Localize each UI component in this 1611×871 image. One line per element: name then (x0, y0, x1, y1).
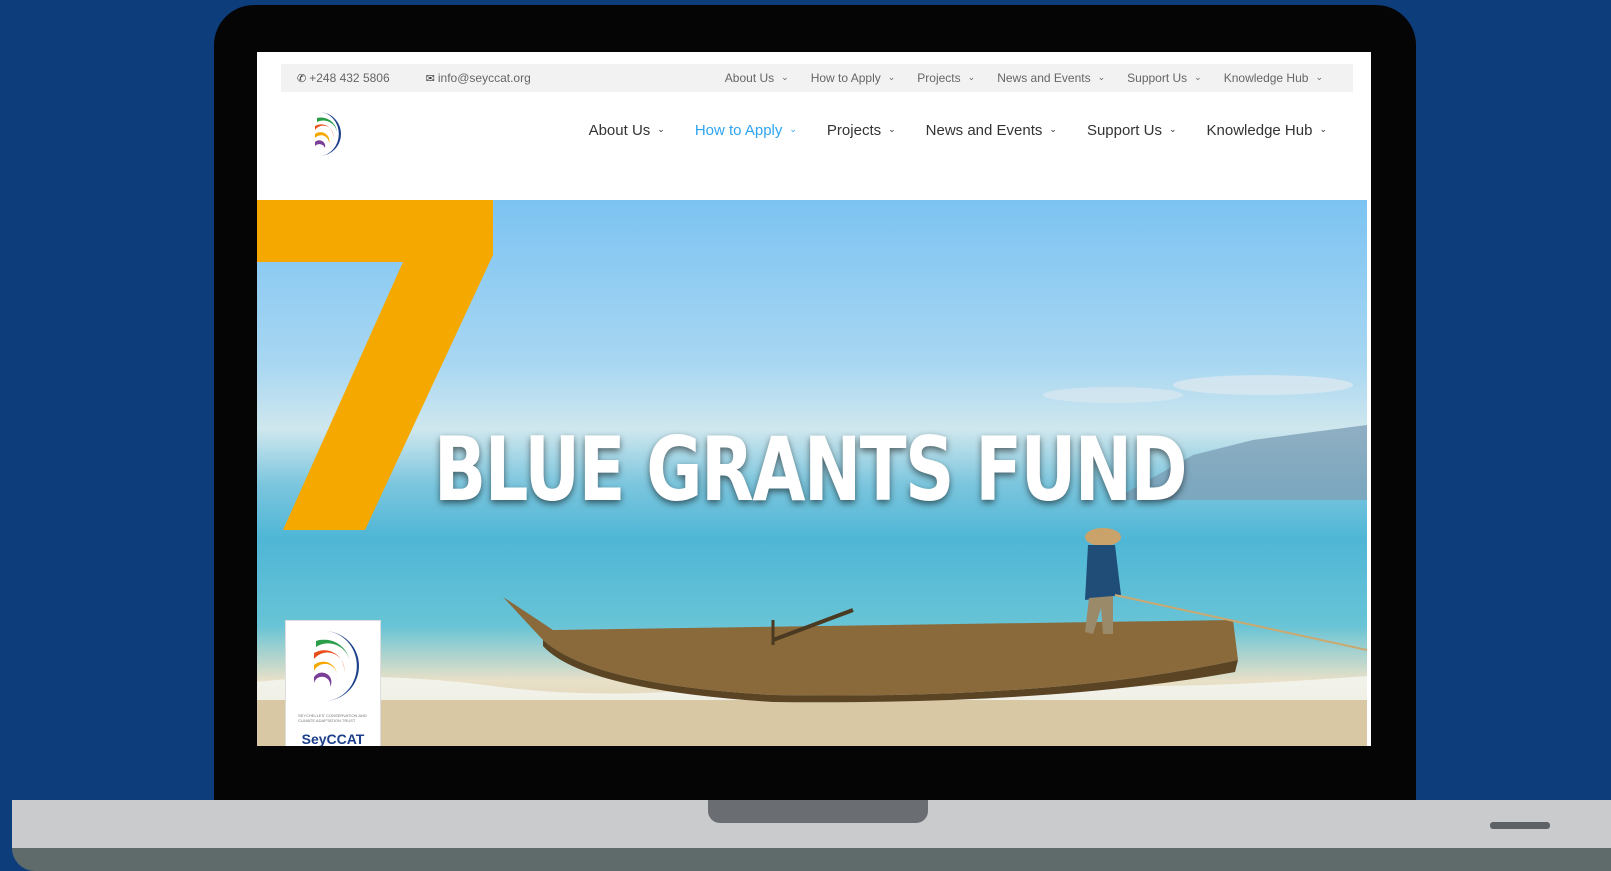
nav-support-us[interactable]: Support Us ⌄ (1087, 122, 1177, 139)
main-nav: About Us ⌄ How to Apply ⌄ Projects ⌄ News a… (559, 116, 1327, 144)
phone-icon: ✆ (297, 72, 307, 85)
utility-nav-label: News and Events (997, 71, 1091, 85)
utility-bar: ✆ +248 432 5806 ✉ info@seyccat.org About… (281, 64, 1353, 92)
utility-nav-label: Support Us (1127, 71, 1188, 85)
badge-name: SeyCCAT (301, 731, 365, 746)
utility-nav-about-us[interactable]: About Us ⌄ (725, 71, 789, 85)
utility-nav-news-and-events[interactable]: News and Events ⌄ (997, 71, 1105, 85)
chevron-down-icon: ⌄ (1168, 123, 1177, 134)
badge-caption: SEYCHELLES' CONSERVATION AND CLIMATE ADA… (298, 713, 367, 723)
website-screen: ✆ +248 432 5806 ✉ info@seyccat.org About… (257, 52, 1371, 746)
utility-nav-projects[interactable]: Projects ⌄ (917, 71, 975, 85)
utility-nav-support-us[interactable]: Support Us ⌄ (1127, 71, 1202, 85)
utility-nav-label: About Us (724, 71, 775, 85)
nav-label: How to Apply (694, 121, 783, 139)
chevron-down-icon: ⌄ (1194, 71, 1202, 82)
nav-label: About Us (588, 121, 651, 139)
nav-projects[interactable]: Projects ⌄ (827, 122, 896, 139)
site-logo[interactable] (305, 108, 349, 160)
chevron-down-icon: ⌄ (1049, 123, 1057, 134)
chevron-down-icon: ⌄ (967, 71, 976, 82)
nav-about-us[interactable]: About Us ⌄ (589, 122, 665, 139)
nav-news-and-events[interactable]: News and Events ⌄ (926, 122, 1057, 139)
utility-nav-how-to-apply[interactable]: How to Apply ⌄ (811, 71, 896, 85)
hero-title: BLUE GRANTS FUND (433, 418, 1188, 521)
chevron-down-icon: ⌄ (657, 123, 665, 134)
nav-how-to-apply[interactable]: How to Apply ⌄ (695, 122, 797, 139)
utility-nav-label: Projects (917, 71, 961, 85)
chevron-down-icon: ⌄ (781, 71, 789, 82)
phone-link[interactable]: ✆ +248 432 5806 (297, 71, 408, 85)
utility-nav: About Us ⌄ How to Apply ⌄ Projects ⌄ News a… (703, 64, 1323, 92)
laptop-base-edge (12, 848, 1611, 871)
seyccat-badge: SEYCHELLES' CONSERVATION AND CLIMATE ADA… (285, 620, 381, 746)
utility-nav-label: Knowledge Hub (1223, 71, 1309, 85)
email-link[interactable]: ✉ info@seyccat.org (426, 71, 549, 85)
envelope-icon: ✉ (425, 72, 435, 85)
laptop-notch (708, 800, 928, 823)
chevron-down-icon: ⌄ (1315, 71, 1323, 82)
hero-banner[interactable]: 7 BLUE GRANTS FUND SEYCHELLES' CONSERVAT… (257, 200, 1367, 746)
chevron-down-icon: ⌄ (887, 71, 896, 82)
utility-nav-knowledge-hub[interactable]: Knowledge Hub ⌄ (1224, 71, 1323, 85)
nav-label: News and Events (925, 121, 1043, 139)
seyccat-logo-icon (314, 631, 359, 701)
phone-number: +248 432 5806 (309, 71, 390, 85)
nav-knowledge-hub[interactable]: Knowledge Hub ⌄ (1207, 122, 1327, 139)
nav-label: Projects (826, 121, 882, 139)
nav-label: Support Us (1086, 121, 1162, 139)
email-address: info@seyccat.org (437, 71, 531, 85)
chevron-down-icon: ⌄ (789, 123, 797, 134)
laptop-indicator (1490, 822, 1550, 829)
seyccat-logo-icon (315, 112, 341, 156)
chevron-down-icon: ⌄ (1319, 123, 1327, 134)
chevron-down-icon: ⌄ (1097, 71, 1106, 82)
nav-label: Knowledge Hub (1206, 121, 1313, 139)
utility-nav-label: How to Apply (810, 71, 881, 85)
chevron-down-icon: ⌄ (888, 123, 896, 134)
